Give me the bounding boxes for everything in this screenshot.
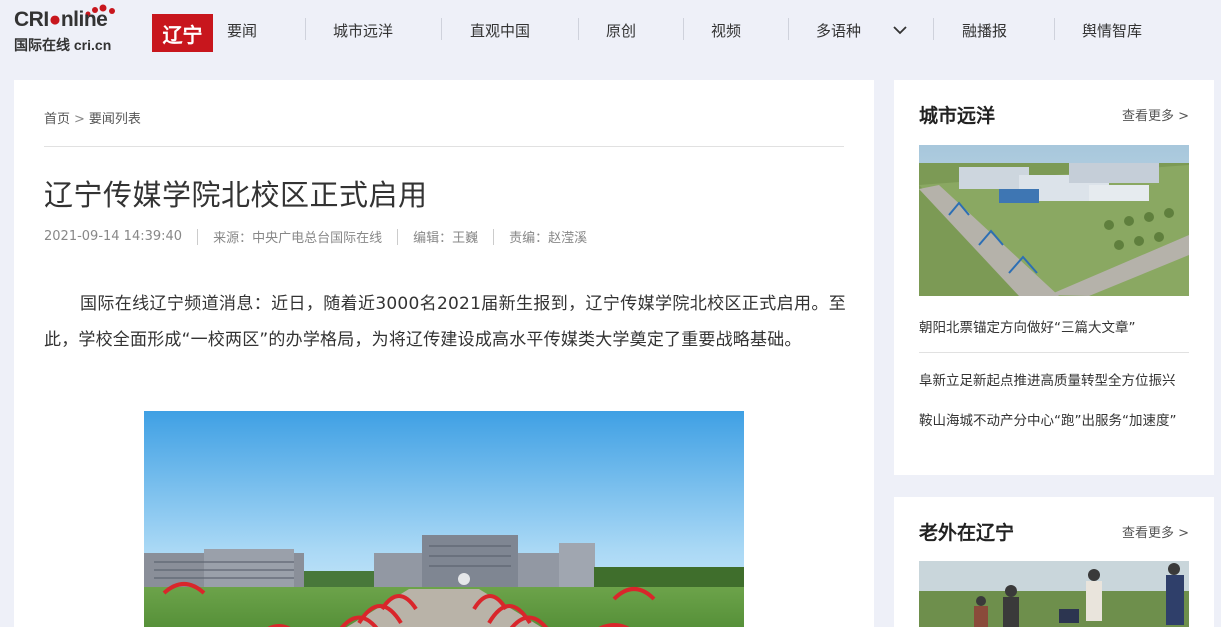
view-more-link[interactable]: 查看更多 >: [1122, 522, 1189, 541]
logo-subtitle: 国际在线 cri.cn: [14, 37, 112, 53]
sidebar-city-card: 城市远洋 查看更多 > 朝阳北票锚定方向做好“三篇大文章” 阜新立足新起点推进高…: [894, 80, 1214, 475]
main-nav: 要闻 城市远洋 直观中国 原创 视频 多语种 融播报 舆情智库: [200, 0, 1221, 62]
meta-divider: [397, 228, 399, 245]
sidebar-feature-image[interactable]: [919, 145, 1189, 296]
sidebar-feature-caption[interactable]: 朝阳北票锚定方向做好“三篇大文章”: [919, 316, 1136, 336]
sidebar-news-link[interactable]: 阜新立足新起点推进高质量转型全方位振兴: [919, 370, 1189, 393]
nav-item-broadcast[interactable]: 融播报: [962, 20, 1007, 41]
publish-datetime: 2021-09-14 14:39:40: [44, 229, 183, 244]
header-divider: [44, 146, 844, 147]
article-chief-editor: 责编：赵滢溪: [509, 231, 588, 246]
logo-brand: CRI●nline: [14, 8, 108, 32]
article-source: 来源：中央广电总台国际在线: [213, 231, 383, 246]
meta-divider: [493, 228, 495, 245]
article-photo: [144, 411, 744, 627]
logo-brand-right: nline: [60, 8, 108, 31]
sidebar-news-link[interactable]: 鞍山海城不动产分中心“跑”出服务“加速度”: [919, 410, 1189, 433]
nav-divider: [305, 18, 306, 40]
nav-item-news[interactable]: 要闻: [227, 20, 257, 41]
breadcrumb-current[interactable]: 要闻列表: [89, 112, 141, 127]
sidebar-foreigners-card: 老外在辽宁 查看更多 >: [894, 497, 1214, 627]
nav-divider: [578, 18, 579, 40]
nav-divider: [788, 18, 789, 40]
breadcrumb-separator: >: [74, 112, 85, 127]
nav-item-video[interactable]: 视频: [711, 20, 741, 41]
nav-divider: [441, 18, 442, 40]
chevron-down-icon[interactable]: [892, 22, 908, 38]
breadcrumb: 首页 > 要闻列表: [44, 108, 141, 127]
aerial-photo-image: [919, 145, 1189, 296]
nav-divider: [683, 18, 684, 40]
logo-brand-left: CRI: [14, 8, 49, 31]
nav-divider: [1054, 18, 1055, 40]
nav-item-think-tank[interactable]: 舆情智库: [1082, 20, 1142, 41]
nav-item-original[interactable]: 原创: [606, 20, 636, 41]
nav-divider: [933, 18, 934, 40]
article-paragraph: 国际在线辽宁频道消息：近日，随着近3000名2021届新生报到，辽宁传媒学院北校…: [44, 294, 846, 350]
sidebar-section-title: 老外在辽宁: [919, 522, 1015, 544]
sidebar-divider: [919, 352, 1189, 353]
article-title: 辽宁传媒学院北校区正式启用: [44, 178, 428, 212]
nav-item-languages[interactable]: 多语种: [816, 20, 861, 41]
meta-divider: [197, 228, 199, 245]
nav-item-city[interactable]: 城市远洋: [333, 20, 393, 41]
view-more-link[interactable]: 查看更多 >: [1122, 105, 1189, 124]
site-logo[interactable]: CRI●nline 国际在线 cri.cn 辽宁: [14, 4, 213, 54]
breadcrumb-home[interactable]: 首页: [44, 112, 70, 127]
nav-item-china[interactable]: 直观中国: [470, 20, 530, 41]
article-meta: 2021-09-14 14:39:40 来源：中央广电总台国际在线 编辑：王巍 …: [44, 227, 587, 246]
logo-o-icon: ●: [48, 8, 62, 31]
campus-photo-image: [144, 411, 744, 627]
people-photo-image: [919, 561, 1189, 627]
sidebar-section-title: 城市远洋: [919, 105, 996, 127]
article-card: 首页 > 要闻列表 辽宁传媒学院北校区正式启用 2021-09-14 14:39:4…: [14, 80, 874, 627]
sidebar-feature-image[interactable]: [919, 561, 1189, 627]
top-navigation-bar: CRI●nline 国际在线 cri.cn 辽宁 要闻 城市远洋 直观中国 原创…: [0, 0, 1221, 62]
article-editor: 编辑：王巍: [413, 231, 479, 246]
